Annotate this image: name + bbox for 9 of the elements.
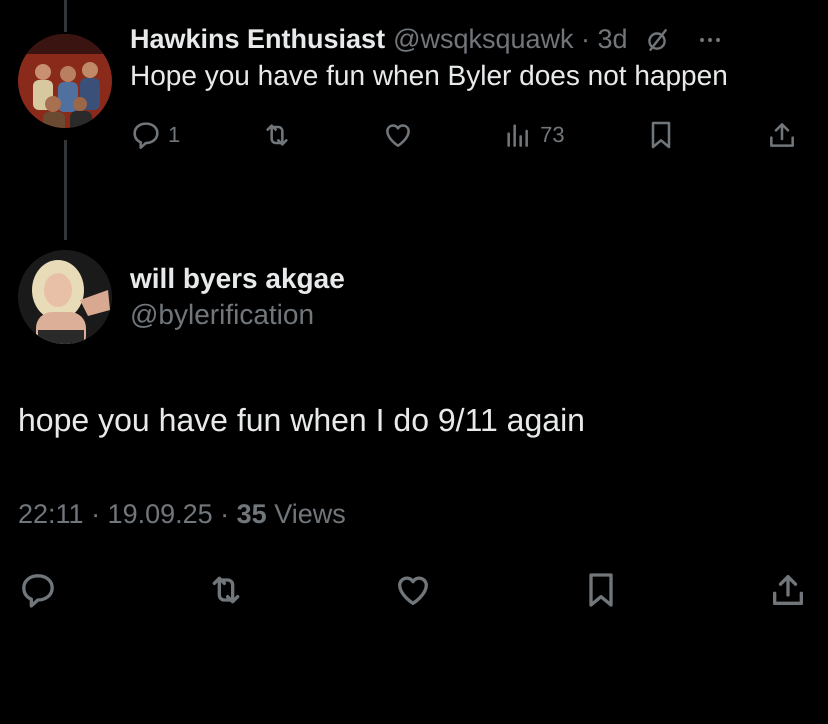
tweet-text: hope you have fun when I do 9/11 again: [18, 402, 586, 439]
reply-text: Hope you have fun when Byler does not happen: [130, 59, 729, 93]
author-handle: @bylerification: [130, 299, 316, 331]
count: 1: [168, 122, 180, 148]
handle-and-time: @wsqksquawk · 3d: [393, 24, 628, 55]
count: 73: [540, 122, 565, 148]
author-name[interactable]: will byers akgae: [130, 263, 345, 295]
tweet-meta: 22:11 · 19.09.25 · 35 Views: [18, 499, 347, 530]
author-name[interactable]: Hawkins Enthusiast: [130, 24, 386, 55]
